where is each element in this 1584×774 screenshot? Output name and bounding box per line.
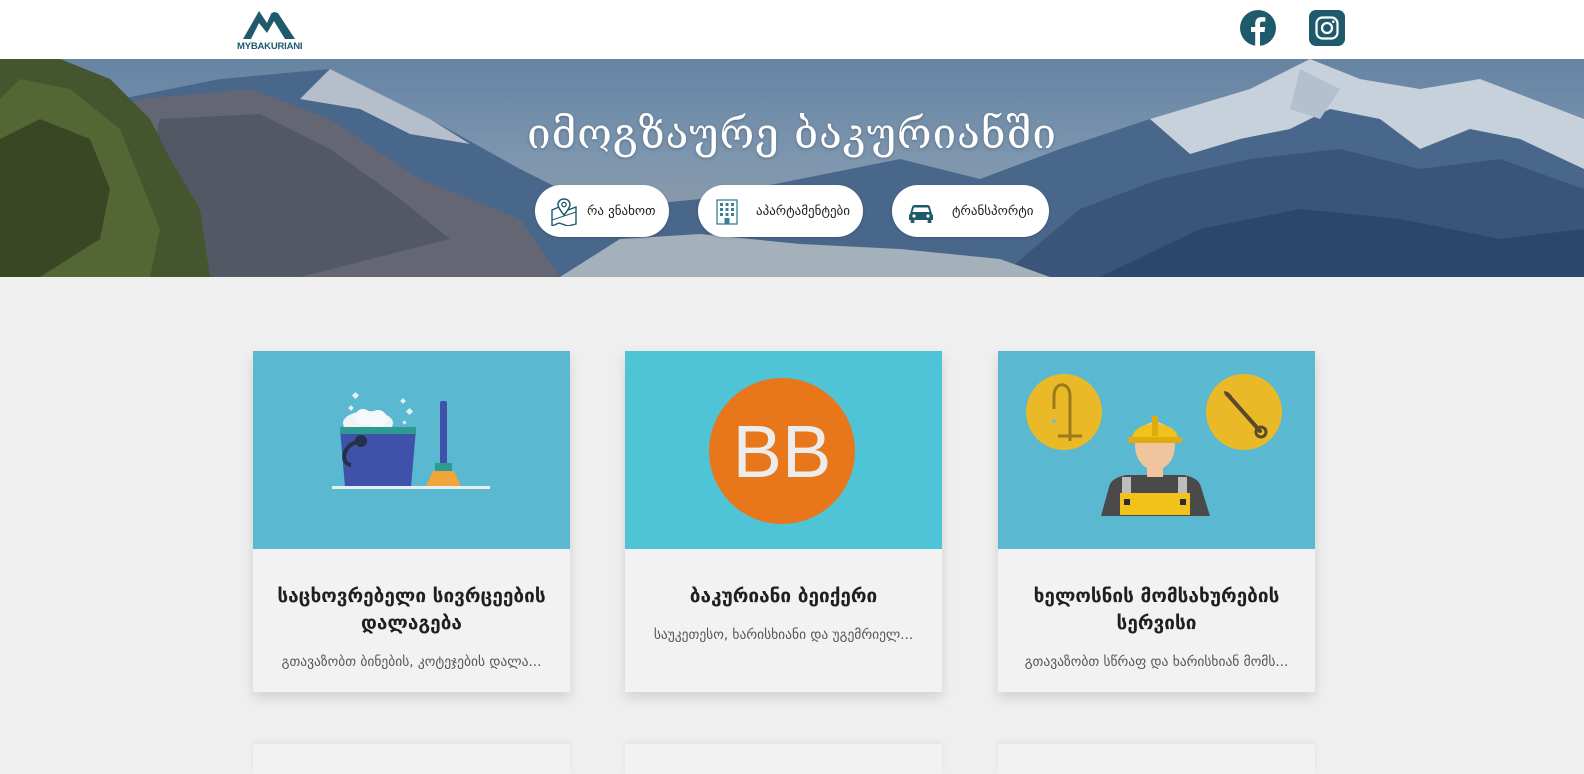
card-title: საცხოვრებელი სივრცეების დალაგება <box>277 585 546 634</box>
card-title: ბაკურიანი ბეიქერი <box>689 585 878 607</box>
service-card-bakery[interactable]: BB ბაკურიანი ბეიქერი საუკეთესო, ხარისხია… <box>625 351 942 692</box>
hero-title: იმოგზაურე ბაკურიანში <box>527 109 1057 158</box>
service-card-cleaning[interactable]: საცხოვრებელი სივრცეების დალაგება გთავაზო… <box>253 351 570 692</box>
top-navbar: MYBAKURIANI <box>0 0 1584 59</box>
map-pin-icon <box>551 198 577 226</box>
transport-label: ტრანსპორტი <box>952 203 1034 219</box>
service-card-handyman[interactable]: ხელოსნის მომსახურების სერვისი გთავაზობთ … <box>998 351 1315 692</box>
car-icon <box>909 205 933 223</box>
facebook-icon <box>1240 10 1276 46</box>
apartments-button[interactable]: აპარტამენტები <box>698 185 863 237</box>
bakery-logo: BB <box>709 378 855 524</box>
service-card-partial[interactable] <box>998 744 1315 774</box>
instagram-icon <box>1309 10 1345 46</box>
mountain-background-image <box>0 59 1584 277</box>
what-to-see-button[interactable]: რა ვნახოთ <box>535 185 669 237</box>
apartments-label: აპარტამენტები <box>756 203 851 219</box>
card-title: ხელოსნის მომსახურების სერვისი <box>1033 585 1280 634</box>
cleaning-bucket-icon <box>332 391 490 489</box>
hero-banner: იმოგზაურე ბაკურიანში <box>0 59 1584 277</box>
mountain-logo-icon <box>243 7 295 39</box>
service-card-partial[interactable] <box>253 744 570 774</box>
building-icon <box>716 199 738 225</box>
site-logo[interactable]: MYBAKURIANI <box>237 3 303 53</box>
handyman-icon <box>1026 374 1282 516</box>
card-description: გთავაზობთ სწრაფ და ხარისხიან მომს... <box>1024 654 1289 670</box>
facebook-link[interactable] <box>1240 10 1276 46</box>
card-description: საუკეთესო, ხარისხიანი და უგემრიელ... <box>653 627 914 643</box>
logo-text: MYBAKURIANI <box>237 41 303 52</box>
transport-button[interactable]: ტრანსპორტი <box>892 185 1049 237</box>
card-image: BB <box>625 351 942 549</box>
instagram-link[interactable] <box>1309 10 1345 46</box>
service-card-partial[interactable] <box>625 744 942 774</box>
card-image <box>253 351 570 549</box>
what-to-see-label: რა ვნახოთ <box>587 203 656 219</box>
card-description: გთავაზობთ ბინების, კოტეჯების დალა... <box>281 654 542 670</box>
card-image <box>998 351 1315 549</box>
